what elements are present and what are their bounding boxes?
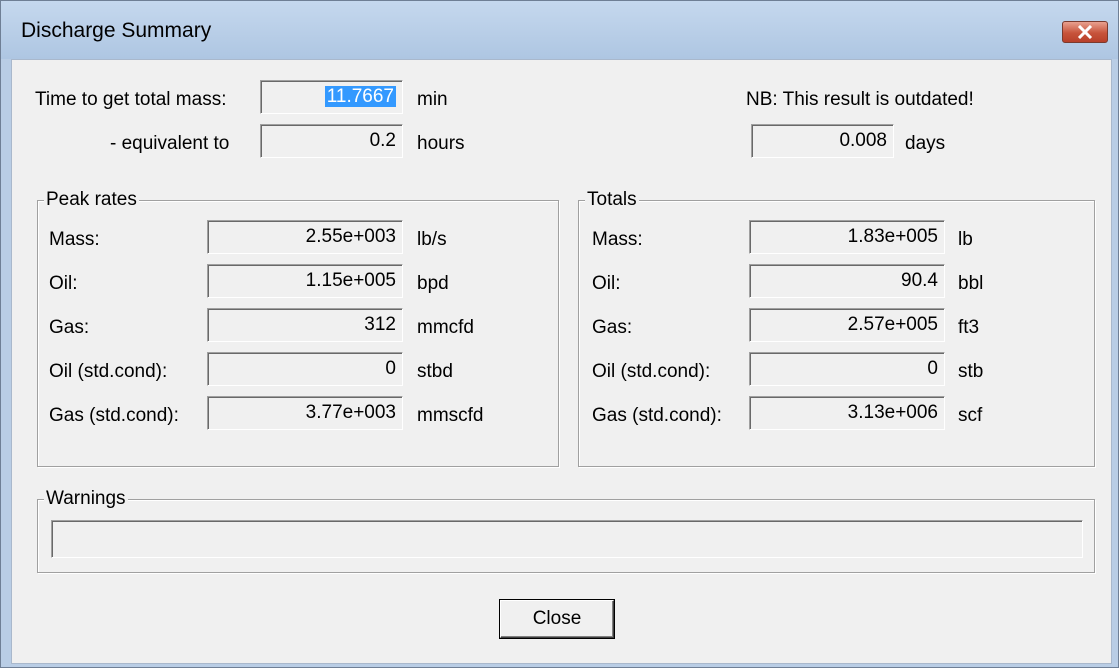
peak-oil-value: 1.15e+005 — [305, 270, 396, 291]
peak-gas-label: Gas: — [49, 317, 90, 338]
total-oil-std-label: Oil (std.cond): — [592, 361, 711, 382]
days-value: 0.008 — [839, 130, 887, 151]
total-oil-std-field[interactable]: 0 — [749, 352, 945, 386]
close-icon — [1077, 25, 1093, 39]
peak-gas-std-value: 3.77e+003 — [305, 402, 396, 423]
total-oil-std-unit: stb — [958, 361, 984, 382]
total-gas-std-label: Gas (std.cond): — [592, 405, 722, 426]
peak-gas-value: 312 — [364, 314, 396, 335]
warnings-field[interactable] — [51, 520, 1083, 558]
total-gas-value: 2.57e+005 — [847, 314, 938, 335]
hours-value: 0.2 — [369, 130, 396, 151]
equivalent-label: - equivalent to — [110, 133, 230, 154]
peak-gas-std-field[interactable]: 3.77e+003 — [207, 396, 403, 430]
total-mass-unit: lb — [958, 229, 973, 250]
peak-gas-field[interactable]: 312 — [207, 308, 403, 342]
peak-mass-value: 2.55e+003 — [305, 226, 396, 247]
close-button[interactable]: Close — [500, 600, 614, 638]
peak-mass-unit: lb/s — [417, 229, 447, 250]
warnings-title: Warnings — [44, 488, 128, 510]
total-mass-value: 1.83e+005 — [847, 226, 938, 247]
total-oil-label: Oil: — [592, 273, 621, 294]
peak-gas-unit: mmcfd — [417, 317, 474, 338]
time-value: 11.7667 — [324, 86, 396, 107]
peak-oil-field[interactable]: 1.15e+005 — [207, 264, 403, 298]
peak-oil-std-field[interactable]: 0 — [207, 352, 403, 386]
totals-title: Totals — [585, 189, 639, 211]
total-mass-label: Mass: — [592, 229, 643, 250]
peak-oil-label: Oil: — [49, 273, 78, 294]
total-oil-field[interactable]: 90.4 — [749, 264, 945, 298]
total-gas-field[interactable]: 2.57e+005 — [749, 308, 945, 342]
total-oil-value: 90.4 — [901, 270, 938, 291]
peak-rates-title: Peak rates — [44, 189, 139, 211]
total-mass-field[interactable]: 1.83e+005 — [749, 220, 945, 254]
total-gas-std-unit: scf — [958, 405, 983, 426]
peak-oil-std-unit: stbd — [417, 361, 453, 382]
window-title: Discharge Summary — [21, 19, 212, 42]
days-field[interactable]: 0.008 — [751, 124, 894, 158]
time-label: Time to get total mass: — [35, 89, 227, 110]
peak-gas-std-unit: mmscfd — [417, 405, 484, 426]
total-gas-std-field[interactable]: 3.13e+006 — [749, 396, 945, 430]
title-bar[interactable]: Discharge Summary — [1, 1, 1118, 59]
peak-mass-label: Mass: — [49, 229, 100, 250]
hours-field[interactable]: 0.2 — [260, 124, 403, 158]
time-unit: min — [417, 89, 448, 110]
days-unit: days — [905, 133, 946, 154]
discharge-summary-window: Discharge Summary Time to get total mass… — [0, 0, 1119, 668]
peak-mass-field[interactable]: 2.55e+003 — [207, 220, 403, 254]
hours-unit: hours — [417, 133, 465, 154]
peak-oil-std-label: Oil (std.cond): — [49, 361, 168, 382]
peak-gas-std-label: Gas (std.cond): — [49, 405, 179, 426]
peak-oil-unit: bpd — [417, 273, 449, 294]
outdated-note: NB: This result is outdated! — [746, 89, 974, 110]
total-gas-unit: ft3 — [958, 317, 980, 338]
total-gas-std-value: 3.13e+006 — [847, 402, 938, 423]
dialog-body: Time to get total mass: 11.7667 min NB: … — [11, 59, 1112, 664]
total-oil-std-value: 0 — [927, 358, 938, 379]
peak-oil-std-value: 0 — [385, 358, 396, 379]
total-gas-label: Gas: — [592, 317, 633, 338]
window-close-button[interactable] — [1062, 21, 1108, 43]
total-oil-unit: bbl — [958, 273, 984, 294]
time-field[interactable]: 11.7667 — [260, 80, 403, 114]
